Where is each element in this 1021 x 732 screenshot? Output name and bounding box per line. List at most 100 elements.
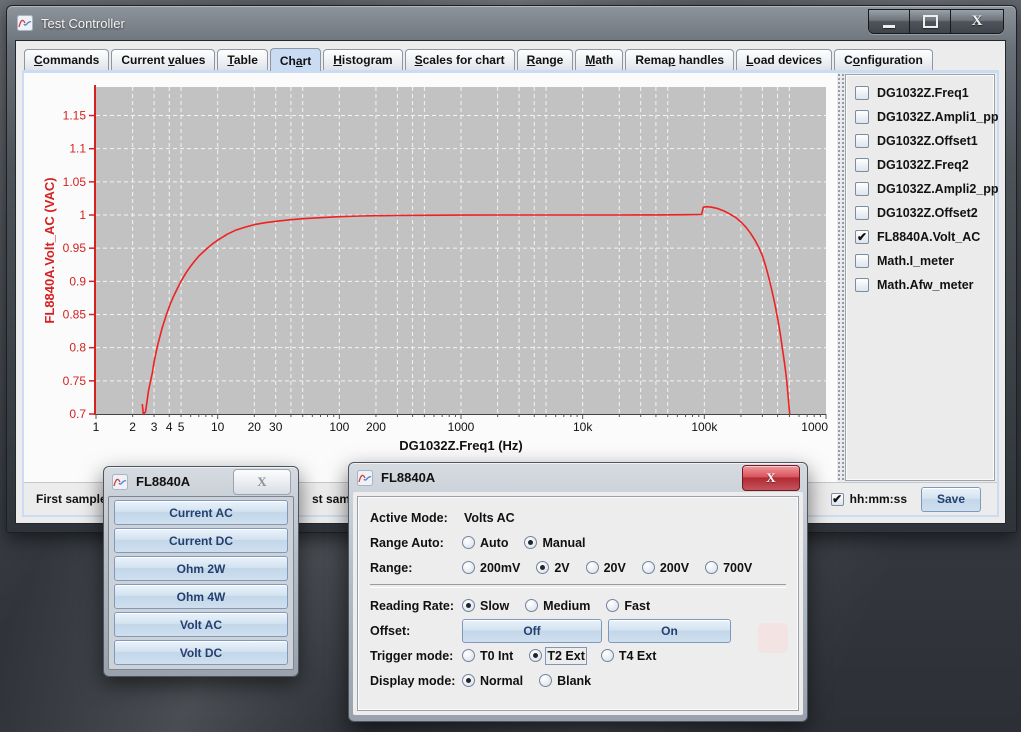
time-format-checkbox[interactable]: ✔	[831, 493, 844, 506]
series-label: Math.I_meter	[877, 254, 954, 268]
tab-label-mnemonic: a	[296, 54, 303, 68]
series-checkbox[interactable]	[855, 134, 869, 148]
row-label: Range:	[370, 561, 462, 575]
radio-auto[interactable]: Auto	[462, 536, 508, 550]
radio-icon[interactable]	[462, 561, 475, 574]
mode-button-current-ac[interactable]: Current AC	[114, 500, 288, 525]
radio-manual[interactable]: Manual	[524, 536, 585, 550]
x-tick-label: 10	[211, 420, 225, 434]
row-label: Active Mode:	[370, 511, 462, 525]
series-checkbox[interactable]	[855, 254, 869, 268]
series-checkbox[interactable]	[855, 182, 869, 196]
tab-load-devices[interactable]: Load devices	[736, 49, 832, 70]
mode-button-ohm-4w[interactable]: Ohm 4W	[114, 584, 288, 609]
radio-200mv[interactable]: 200mV	[462, 561, 520, 575]
dialog-title-bar[interactable]: FL8840A X	[353, 463, 803, 492]
series-checkbox[interactable]	[855, 110, 869, 124]
radio-200v[interactable]: 200V	[642, 561, 689, 575]
tab-label: ange	[535, 53, 563, 67]
series-label: DG1032Z.Freq2	[877, 158, 969, 172]
app-icon	[357, 470, 373, 486]
tab-chart[interactable]: Chart	[270, 48, 321, 71]
splitter-handle[interactable]	[837, 73, 845, 482]
tab-configuration[interactable]: Configuration	[834, 49, 933, 70]
dialog-close-button[interactable]: X	[233, 469, 291, 495]
radio-2v[interactable]: 2V	[536, 561, 569, 575]
dialog-title-bar[interactable]: FL8840A X	[108, 467, 294, 496]
radio-slow[interactable]: Slow	[462, 599, 509, 613]
radio-label: 2V	[554, 561, 569, 575]
radio-icon[interactable]	[524, 536, 537, 549]
title-bar[interactable]: Test Controller	[7, 6, 1016, 40]
minimize-button[interactable]	[869, 10, 910, 33]
radio-medium[interactable]: Medium	[525, 599, 590, 613]
radio-icon[interactable]	[462, 674, 475, 687]
offset-off-button[interactable]: Off	[462, 619, 602, 643]
series-item-dg1032z-freq2[interactable]: DG1032Z.Freq2	[855, 153, 994, 177]
tab-remap-handles[interactable]: Remap handles	[625, 49, 734, 70]
y-tick-label: 0.75	[63, 374, 87, 388]
series-item-dg1032z-freq1[interactable]: DG1032Z.Freq1	[855, 81, 994, 105]
radio-icon[interactable]	[536, 561, 549, 574]
settings-row-range-: Range: 200mV 2V 20V 200V 700V	[370, 555, 786, 580]
radio-700v[interactable]: 700V	[705, 561, 752, 575]
mode-button-ohm-2w[interactable]: Ohm 2W	[114, 556, 288, 581]
tab-label: alues	[175, 53, 206, 67]
series-item-dg1032z-offset1[interactable]: DG1032Z.Offset1	[855, 129, 994, 153]
mode-button-volt-ac[interactable]: Volt AC	[114, 612, 288, 637]
series-item-dg1032z-ampli2-pp[interactable]: DG1032Z.Ampli2_pp	[855, 177, 994, 201]
radio-icon[interactable]	[642, 561, 655, 574]
series-checkbox[interactable]	[855, 278, 869, 292]
tab-histogram[interactable]: Histogram	[323, 49, 402, 70]
tab-current-values[interactable]: Current values	[111, 49, 215, 70]
offset-on-button[interactable]: On	[608, 619, 731, 643]
radio-label: Auto	[480, 536, 508, 550]
series-checkbox[interactable]	[855, 86, 869, 100]
tab-label-mnemonic: v	[168, 53, 175, 67]
radio-20v[interactable]: 20V	[586, 561, 626, 575]
tab-commands[interactable]: Commands	[24, 49, 109, 70]
tab-table[interactable]: Table	[217, 49, 267, 70]
minimize-icon	[883, 25, 895, 28]
radio-t0-int[interactable]: T0 Int	[462, 649, 513, 663]
radio-icon[interactable]	[601, 649, 614, 662]
radio-icon[interactable]	[586, 561, 599, 574]
radio-icon[interactable]	[462, 536, 475, 549]
y-tick-label: 1.05	[63, 175, 87, 189]
series-item-math-afw-meter[interactable]: Math.Afw_meter	[855, 273, 994, 297]
radio-icon[interactable]	[606, 599, 619, 612]
close-button[interactable]: X	[951, 10, 1003, 33]
radio-fast[interactable]: Fast	[606, 599, 650, 613]
radio-icon[interactable]	[462, 599, 475, 612]
tab-range[interactable]: Range	[517, 49, 574, 70]
series-checkbox[interactable]	[855, 158, 869, 172]
maximize-button[interactable]	[910, 10, 951, 33]
series-item-dg1032z-offset2[interactable]: DG1032Z.Offset2	[855, 201, 994, 225]
radio-label: Fast	[624, 599, 650, 613]
tab-math[interactable]: Math	[575, 49, 623, 70]
radio-t2-ext[interactable]: T2 Ext	[529, 649, 585, 663]
radio-icon[interactable]	[529, 649, 542, 662]
mode-button-current-dc[interactable]: Current DC	[114, 528, 288, 553]
series-checkbox[interactable]: ✔	[855, 230, 869, 244]
radio-label: 700V	[723, 561, 752, 575]
radio-icon[interactable]	[525, 599, 538, 612]
radio-blank[interactable]: Blank	[539, 674, 591, 688]
radio-icon[interactable]	[539, 674, 552, 687]
series-checkbox[interactable]	[855, 206, 869, 220]
series-item-dg1032z-ampli1-pp[interactable]: DG1032Z.Ampli1_pp	[855, 105, 994, 129]
mode-button-volt-dc[interactable]: Volt DC	[114, 640, 288, 665]
dialog-close-button[interactable]: X	[742, 465, 800, 491]
window-controls: X	[868, 9, 1004, 34]
tab-label: C	[844, 53, 853, 67]
save-button[interactable]: Save	[921, 487, 981, 512]
series-item-math-i-meter[interactable]: Math.I_meter	[855, 249, 994, 273]
radio-t4-ext[interactable]: T4 Ext	[601, 649, 657, 663]
tab-label: Rema	[635, 53, 668, 67]
radio-icon[interactable]	[705, 561, 718, 574]
tab-scales-for-chart[interactable]: Scales for chart	[405, 49, 515, 70]
radio-label: 200mV	[480, 561, 520, 575]
radio-icon[interactable]	[462, 649, 475, 662]
radio-normal[interactable]: Normal	[462, 674, 523, 688]
series-item-fl8840a-volt-ac[interactable]: ✔FL8840A.Volt_AC	[855, 225, 994, 249]
